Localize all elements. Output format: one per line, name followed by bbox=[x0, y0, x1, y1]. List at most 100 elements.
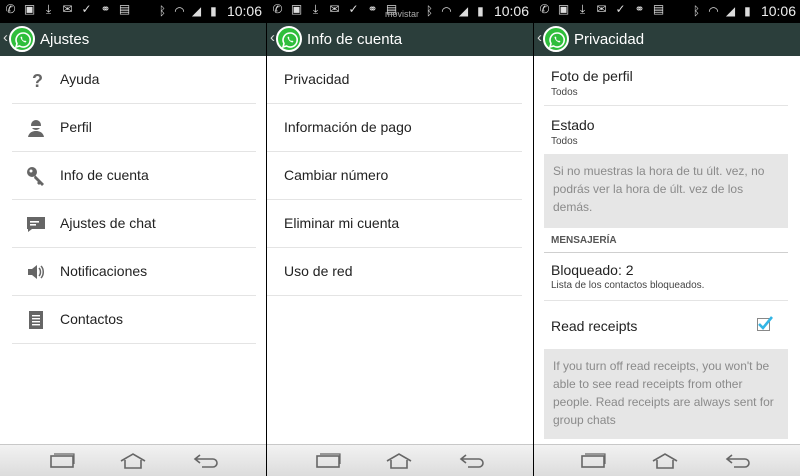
svg-text:?: ? bbox=[32, 71, 43, 91]
download-icon: ⤓ bbox=[312, 2, 319, 16]
menu-item-label: Ayuda bbox=[60, 71, 100, 87]
menu-item-info-de-cuenta[interactable]: Info de cuenta bbox=[12, 152, 256, 200]
bluetooth-icon: ᛒ bbox=[425, 3, 434, 18]
setting-subtitle: Lista de los contactos bloqueados. bbox=[551, 280, 705, 291]
wifi-icon: ◠ bbox=[708, 3, 719, 18]
read-receipts-info-note: If you turn off read receipts, you won't… bbox=[544, 349, 788, 439]
menu-item-privacidad[interactable]: Privacidad bbox=[267, 56, 522, 104]
status-bar: ✆ ▣ ⤓ ✉ ✓ ⚭ ▤ ᛒ ◠ ◢ ▮ 10:06 bbox=[534, 0, 800, 23]
status-time: 10:06 bbox=[226, 3, 262, 19]
wifi-icon: ◠ bbox=[174, 3, 185, 18]
menu-item-contactos[interactable]: Contactos bbox=[12, 296, 256, 344]
carrier-name: movistar bbox=[385, 9, 420, 19]
screen-title: Info de cuenta bbox=[307, 31, 403, 48]
image-icon: ▣ bbox=[557, 2, 570, 16]
settings-screen: ✆ ▣ ⤓ ✉ ✓ ⚭ ▤ ᛒ ◠ ◢ ▮ 10:06 ‹ Ajustes ? … bbox=[0, 0, 266, 476]
key-icon bbox=[27, 167, 44, 186]
briefcase-icon: ▤ bbox=[118, 2, 131, 16]
bluetooth-icon: ᛒ bbox=[158, 3, 167, 18]
setting-title: Foto de perfil bbox=[551, 68, 633, 84]
menu-item-label: Contactos bbox=[60, 311, 124, 327]
section-header-messaging: MENSAJERÍA bbox=[544, 229, 788, 253]
menu-item-ayuda[interactable]: ? Ayuda bbox=[12, 56, 256, 104]
privacy-screen: ✆ ▣ ⤓ ✉ ✓ ⚭ ▤ ᛒ ◠ ◢ ▮ 10:06 ‹ Privacidad… bbox=[534, 0, 800, 476]
setting-title: Bloqueado: 2 bbox=[551, 262, 634, 278]
speaker-icon bbox=[28, 265, 44, 279]
setting-value: Todos bbox=[551, 87, 578, 98]
menu-item-perfil[interactable]: Perfil bbox=[12, 104, 256, 152]
chat-icon bbox=[27, 217, 45, 232]
back-icon[interactable] bbox=[724, 451, 752, 471]
menu-item-label: Eliminar mi cuenta bbox=[284, 215, 400, 231]
nav-bar bbox=[0, 444, 266, 476]
blocked-contacts-setting[interactable]: Bloqueado: 2 Lista de los contactos bloq… bbox=[544, 253, 788, 301]
up-chevron-icon[interactable]: ‹ bbox=[537, 29, 542, 46]
signal-icon: ◢ bbox=[725, 3, 736, 18]
setting-title: Read receipts bbox=[551, 318, 638, 334]
check-icon: ✓ bbox=[615, 2, 626, 16]
menu-item-label: Uso de red bbox=[284, 263, 353, 279]
read-receipts-setting[interactable]: Read receipts bbox=[544, 301, 788, 349]
check-icon: ✓ bbox=[81, 2, 92, 16]
status-setting[interactable]: Estado Todos bbox=[544, 106, 788, 154]
profile-photo-setting[interactable]: Foto de perfil Todos bbox=[544, 56, 788, 106]
nav-bar bbox=[267, 444, 533, 476]
menu-item-cambiar-numero[interactable]: Cambiar número bbox=[267, 152, 522, 200]
link-icon: ⚭ bbox=[367, 2, 378, 16]
checkmark-icon bbox=[758, 316, 773, 330]
whatsapp-logo-icon[interactable] bbox=[543, 26, 569, 52]
download-icon: ⤓ bbox=[579, 2, 586, 16]
battery-icon: ▮ bbox=[477, 3, 484, 18]
link-icon: ⚭ bbox=[100, 2, 111, 16]
menu-item-label: Notificaciones bbox=[60, 263, 148, 279]
status-bar: ✆ ▣ ⤓ ✉ ✓ ⚭ ▤ movistar ᛒ ◠ ◢ ▮ 10:06 bbox=[267, 0, 533, 23]
up-chevron-icon[interactable]: ‹ bbox=[3, 29, 8, 46]
status-bar: ✆ ▣ ⤓ ✉ ✓ ⚭ ▤ ᛒ ◠ ◢ ▮ 10:06 bbox=[0, 0, 266, 23]
status-time: 10:06 bbox=[493, 3, 529, 19]
person-icon bbox=[28, 120, 44, 137]
menu-item-notificaciones[interactable]: Notificaciones bbox=[12, 248, 256, 296]
bluetooth-icon: ᛒ bbox=[692, 3, 701, 18]
menu-item-informacion-de-pago[interactable]: Información de pago bbox=[267, 104, 522, 152]
whatsapp-logo-icon[interactable] bbox=[276, 26, 302, 52]
mail-icon: ✉ bbox=[596, 2, 607, 16]
setting-value: Todos bbox=[551, 136, 578, 147]
whatsapp-logo-icon[interactable] bbox=[9, 26, 35, 52]
menu-item-label: Ajustes de chat bbox=[60, 215, 156, 231]
up-chevron-icon[interactable]: ‹ bbox=[270, 29, 275, 46]
image-icon: ▣ bbox=[290, 2, 303, 16]
signal-icon: ◢ bbox=[458, 3, 469, 18]
mail-icon: ✉ bbox=[329, 2, 340, 16]
menu-item-label: Privacidad bbox=[284, 71, 350, 87]
menu-item-eliminar-mi-cuenta[interactable]: Eliminar mi cuenta bbox=[267, 200, 522, 248]
action-bar: ‹ Ajustes bbox=[0, 23, 266, 56]
nav-bar bbox=[534, 444, 800, 476]
link-icon: ⚭ bbox=[634, 2, 645, 16]
home-icon[interactable] bbox=[651, 451, 679, 471]
signal-icon: ◢ bbox=[191, 3, 202, 18]
help-icon: ? bbox=[32, 71, 43, 91]
recent-apps-icon[interactable] bbox=[314, 451, 342, 471]
menu-item-label: Info de cuenta bbox=[60, 167, 149, 183]
action-bar: ‹ Info de cuenta bbox=[267, 23, 533, 56]
menu-item-label: Información de pago bbox=[284, 119, 412, 135]
home-icon[interactable] bbox=[385, 451, 413, 471]
contacts-icon bbox=[29, 311, 43, 329]
menu-item-uso-de-red[interactable]: Uso de red bbox=[267, 248, 522, 296]
menu-item-ajustes-de-chat[interactable]: Ajustes de chat bbox=[12, 200, 256, 248]
menu-item-label: Perfil bbox=[60, 119, 92, 135]
read-receipts-checkbox[interactable] bbox=[757, 316, 773, 331]
action-bar: ‹ Privacidad bbox=[534, 23, 800, 56]
mail-icon: ✉ bbox=[62, 2, 73, 16]
check-icon: ✓ bbox=[348, 2, 359, 16]
status-time: 10:06 bbox=[760, 3, 796, 19]
download-icon: ⤓ bbox=[45, 2, 52, 16]
battery-icon: ▮ bbox=[744, 3, 751, 18]
briefcase-icon: ▤ bbox=[652, 2, 665, 16]
back-icon[interactable] bbox=[458, 451, 486, 471]
home-icon[interactable] bbox=[119, 451, 147, 471]
screen-title: Ajustes bbox=[40, 31, 90, 48]
recent-apps-icon[interactable] bbox=[579, 451, 607, 471]
back-icon[interactable] bbox=[192, 451, 220, 471]
recent-apps-icon[interactable] bbox=[48, 451, 76, 471]
